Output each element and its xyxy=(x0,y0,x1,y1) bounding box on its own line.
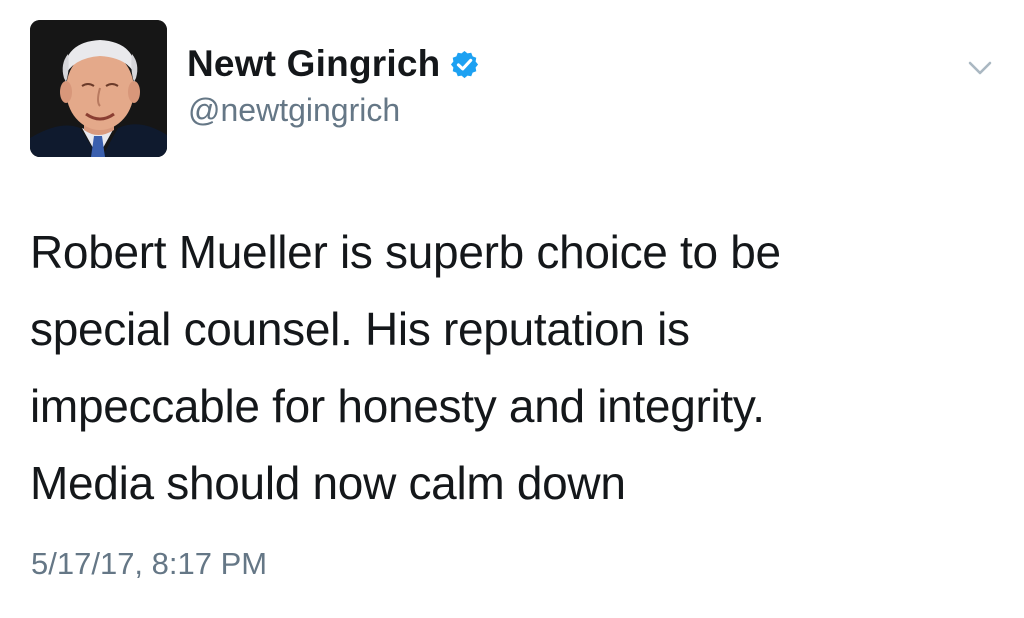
tweet-text: Robert Mueller is superb choice to be sp… xyxy=(30,214,990,522)
tweet-menu-button[interactable] xyxy=(964,52,996,84)
tweet-text-line: Robert Mueller is superb choice to be xyxy=(30,226,781,278)
profile-photo xyxy=(30,20,167,157)
tweet-timestamp[interactable]: 5/17/17, 8:17 PM xyxy=(31,546,267,582)
verified-badge-icon xyxy=(449,49,480,80)
tweet-card: Newt Gingrich @newtgingrich Robert Muell… xyxy=(0,0,1024,618)
author-name-row: Newt Gingrich xyxy=(187,42,480,86)
tweet-text-line: Media should now calm down xyxy=(30,457,626,509)
tweet-text-line: special counsel. His reputation is xyxy=(30,303,690,355)
display-name[interactable]: Newt Gingrich xyxy=(187,43,440,85)
chevron-down-icon xyxy=(968,61,992,75)
author-avatar[interactable] xyxy=(30,20,167,157)
author-handle[interactable]: @newtgingrich xyxy=(188,92,400,129)
tweet-text-line: impeccable for honesty and integrity. xyxy=(30,380,765,432)
